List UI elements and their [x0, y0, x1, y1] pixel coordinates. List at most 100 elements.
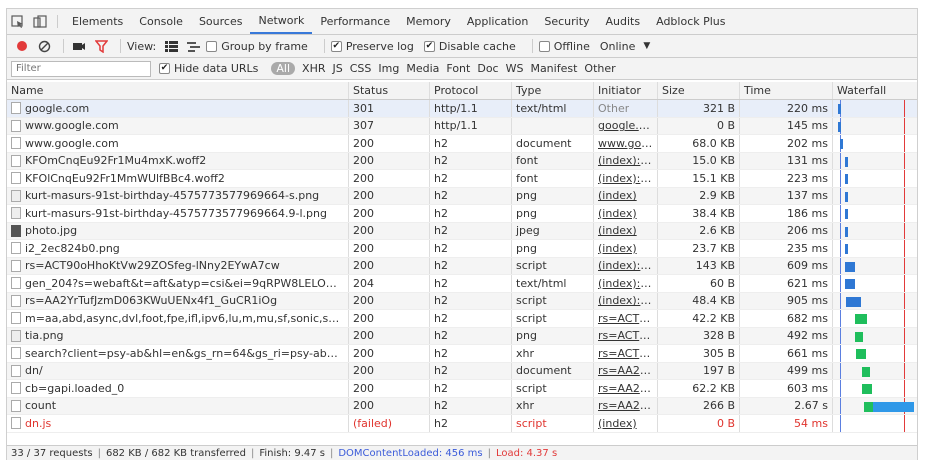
cell-name[interactable]: KFOmCnqEu92Fr1Mu4mxK.woff2 [7, 152, 349, 169]
cell-initiator[interactable]: (index) [594, 205, 658, 222]
waterfall-bar[interactable] [864, 401, 914, 412]
tab-memory[interactable]: Memory [398, 9, 459, 34]
cell-name[interactable]: dn/ [7, 362, 349, 379]
cell-initiator[interactable]: (index):55 [594, 257, 658, 274]
initiator-link[interactable]: rs=ACT90... [598, 312, 653, 325]
tab-sources[interactable]: Sources [191, 9, 251, 34]
cell-initiator[interactable]: (index) [594, 187, 658, 204]
table-row[interactable]: www.google.com 200 h2 document www.goo... 68.… [7, 135, 917, 153]
table-row[interactable]: photo.jpg 200 h2 jpeg (index) 2.6 KB 206 ms [7, 222, 917, 240]
cell-name[interactable]: rs=ACT90oHhoKtVw29ZOSfeg-lNny2EYwA7cw [7, 257, 349, 274]
filter-type-other[interactable]: Other [584, 62, 615, 75]
column-header-name[interactable]: Name [7, 82, 349, 99]
initiator-link[interactable]: (index):53 [598, 154, 653, 167]
tab-console[interactable]: Console [131, 9, 191, 34]
cell-initiator[interactable]: (index) [594, 240, 658, 257]
cell-initiator[interactable]: google.co... [594, 117, 658, 134]
filter-icon[interactable] [92, 37, 110, 55]
initiator-link[interactable]: rs=AA2YrT... [598, 399, 653, 412]
table-row[interactable]: kurt-masurs-91st-birthday-45757735779696… [7, 205, 917, 223]
cell-name[interactable]: google.com [7, 100, 349, 117]
initiator-link[interactable]: (index) [598, 417, 637, 430]
cell-initiator[interactable]: rs=AA2YrT... [594, 380, 658, 397]
table-row[interactable]: kurt-masurs-91st-birthday-45757735779696… [7, 187, 917, 205]
column-header-protocol[interactable]: Protocol [430, 82, 512, 99]
large-rows-icon[interactable] [162, 37, 180, 55]
initiator-link[interactable]: (index) [598, 189, 637, 202]
filter-type-xhr[interactable]: XHR [302, 62, 325, 75]
group-by-frame-checkbox[interactable]: Group by frame [206, 40, 308, 53]
initiator-link[interactable]: rs=ACT90... [598, 329, 653, 342]
waterfall-bar[interactable] [845, 226, 848, 237]
filter-type-manifest[interactable]: Manifest [530, 62, 577, 75]
column-header-size[interactable]: Size [658, 82, 740, 99]
checkbox-checked[interactable]: ✔ [330, 40, 342, 52]
waterfall-bar[interactable] [838, 104, 841, 114]
filter-type-css[interactable]: CSS [350, 62, 372, 75]
table-row[interactable]: google.com 301 http/1.1 text/html Other 321 B… [7, 100, 917, 118]
tab-application[interactable]: Application [459, 9, 536, 34]
waterfall-bar[interactable] [845, 191, 848, 202]
table-row[interactable]: search?client=psy-ab&hl=en&gs_rn=64&gs_r… [7, 345, 917, 363]
waterfall-bar[interactable] [846, 296, 861, 307]
table-row[interactable]: KFOmCnqEu92Fr1Mu4mxK.woff2 200 h2 font (inde… [7, 152, 917, 170]
table-row[interactable]: dn.js (failed) h2 script (index) 0 B 54 ms [7, 415, 917, 433]
filter-type-all[interactable]: All [271, 62, 296, 75]
initiator-link[interactable]: (index) [598, 207, 637, 220]
filter-input[interactable] [11, 60, 151, 77]
waterfall-bar[interactable] [855, 314, 867, 324]
initiator-link[interactable]: (index):293 [598, 294, 653, 307]
initiator-link[interactable]: google.co... [598, 119, 653, 132]
cell-name[interactable]: rs=AA2YrTufJzmD063KWuUENx4f1_GuCR1iOg [7, 292, 349, 309]
cell-name[interactable]: www.google.com [7, 117, 349, 134]
tab-performance[interactable]: Performance [312, 9, 398, 34]
initiator-link[interactable]: (index) [598, 242, 637, 255]
table-row[interactable]: gen_204?s=webaft&t=aft&atyp=csi&ei=9qRPW… [7, 275, 917, 293]
preserve-log-checkbox[interactable]: ✔ Preserve log [330, 40, 414, 53]
filter-type-doc[interactable]: Doc [477, 62, 498, 75]
initiator-link[interactable]: rs=AA2YrT... [598, 382, 653, 395]
waterfall-bar[interactable] [845, 156, 848, 167]
clear-icon[interactable] [35, 37, 53, 55]
initiator-link[interactable]: rs=ACT90... [598, 347, 653, 360]
cell-initiator[interactable]: rs=AA2YrT... [594, 362, 658, 379]
chevron-down-icon[interactable]: ▼ [643, 41, 650, 51]
waterfall-bar[interactable] [855, 331, 863, 342]
table-row[interactable]: rs=ACT90oHhoKtVw29ZOSfeg-lNny2EYwA7cw 200… [7, 257, 917, 275]
table-row[interactable]: www.google.com 307http/1.1 google.co... 0 B… [7, 117, 917, 135]
initiator-link[interactable]: (index):53 [598, 172, 653, 185]
initiator-link[interactable]: www.goo... [598, 137, 653, 150]
table-row[interactable]: m=aa,abd,async,dvl,foot,fpe,ifl,ipv6,lu,… [7, 310, 917, 328]
initiator-link[interactable]: (index):55 [598, 259, 653, 272]
waterfall-bar[interactable] [845, 244, 848, 254]
cell-initiator[interactable]: rs=AA2YrT... [594, 397, 658, 414]
filter-type-media[interactable]: Media [406, 62, 439, 75]
initiator-link[interactable]: (index):347 [598, 277, 653, 290]
cell-initiator[interactable]: rs=ACT90... [594, 327, 658, 344]
waterfall-bar[interactable] [856, 349, 866, 359]
cell-name[interactable]: dn.js [7, 415, 349, 432]
filter-type-ws[interactable]: WS [506, 62, 524, 75]
disable-cache-checkbox[interactable]: ✔ Disable cache [423, 40, 516, 53]
cell-initiator[interactable]: (index):293 [594, 292, 658, 309]
column-header-waterfall[interactable]: Waterfall [833, 82, 917, 99]
checkbox-checked[interactable]: ✔ [159, 63, 170, 74]
cell-name[interactable]: i2_2ec824b0.png [7, 240, 349, 257]
inspect-element-icon[interactable] [7, 9, 29, 34]
table-row[interactable]: rs=AA2YrTufJzmD063KWuUENx4f1_GuCR1iOg 200… [7, 292, 917, 310]
cell-name[interactable]: tia.png [7, 327, 349, 344]
cell-initiator[interactable]: (index) [594, 222, 658, 239]
cell-name[interactable]: gen_204?s=webaft&t=aft&atyp=csi&ei=9qRPW… [7, 275, 349, 292]
cell-name[interactable]: cb=gapi.loaded_0 [7, 380, 349, 397]
cell-initiator[interactable]: rs=ACT90... [594, 345, 658, 362]
cell-name[interactable]: count [7, 397, 349, 414]
cell-initiator[interactable]: www.goo... [594, 135, 658, 152]
cell-name[interactable]: kurt-masurs-91st-birthday-45757735779696… [7, 205, 349, 222]
checkbox-box[interactable] [206, 40, 218, 52]
cell-name[interactable]: m=aa,abd,async,dvl,foot,fpe,ifl,ipv6,lu,… [7, 310, 349, 327]
offline-checkbox[interactable]: Offline [538, 40, 590, 53]
tab-adblock-plus[interactable]: Adblock Plus [648, 9, 733, 34]
overview-icon[interactable] [184, 37, 202, 55]
waterfall-bar[interactable] [862, 384, 872, 394]
column-header-status[interactable]: Status [349, 82, 430, 99]
